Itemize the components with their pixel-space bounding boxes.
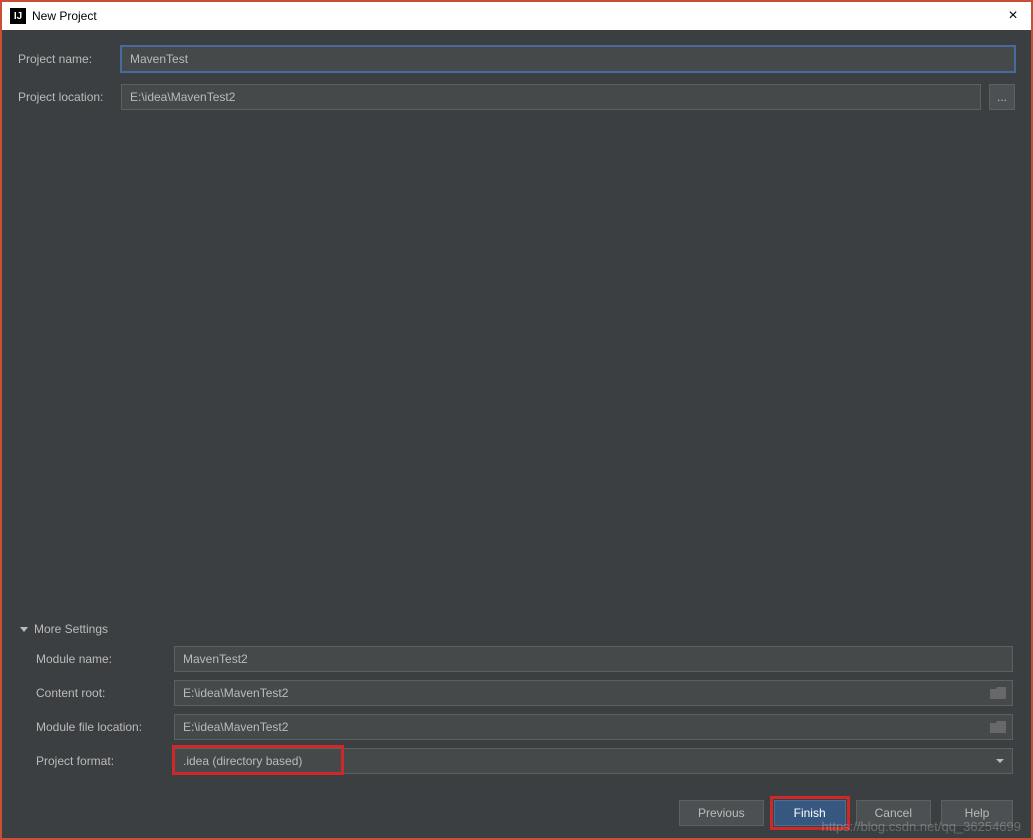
folder-icon	[990, 721, 1006, 733]
help-button[interactable]: Help	[941, 800, 1013, 826]
project-name-label: Project name:	[18, 52, 113, 66]
close-icon[interactable]: ×	[1003, 7, 1023, 25]
button-bar: Previous Finish Cancel Help	[679, 800, 1013, 826]
project-name-input[interactable]	[121, 46, 1015, 72]
more-settings-toggle[interactable]: More Settings	[20, 622, 1013, 636]
project-format-row: Project format: .idea (directory based)	[36, 748, 1013, 774]
project-location-row: Project location: ...	[18, 84, 1015, 110]
module-file-location-label: Module file location:	[36, 720, 166, 734]
project-location-label: Project location:	[18, 90, 113, 104]
app-icon: IJ	[10, 8, 26, 24]
more-settings-section: More Settings Module name: Content root:…	[20, 622, 1013, 782]
project-format-value: .idea (directory based)	[183, 754, 302, 768]
window-title: New Project	[32, 9, 97, 23]
chevron-down-icon	[996, 759, 1004, 763]
project-name-row: Project name:	[18, 46, 1015, 72]
collapse-icon	[20, 627, 28, 632]
cancel-button[interactable]: Cancel	[856, 800, 931, 826]
content-area: Project name: Project location: ...	[2, 30, 1031, 138]
content-root-label: Content root:	[36, 686, 166, 700]
titlebar-left: IJ New Project	[10, 8, 97, 24]
content-root-value: E:\idea\MavenTest2	[183, 686, 288, 700]
module-file-location-value: E:\idea\MavenTest2	[183, 720, 288, 734]
titlebar: IJ New Project ×	[2, 2, 1031, 30]
module-file-location-input[interactable]: E:\idea\MavenTest2	[174, 714, 1013, 740]
project-format-label: Project format:	[36, 754, 166, 768]
module-name-input[interactable]	[174, 646, 1013, 672]
module-name-label: Module name:	[36, 652, 166, 666]
previous-button[interactable]: Previous	[679, 800, 764, 826]
more-settings-body: Module name: Content root: E:\idea\Maven…	[20, 646, 1013, 774]
module-name-row: Module name:	[36, 646, 1013, 672]
browse-button[interactable]: ...	[989, 84, 1015, 110]
finish-button[interactable]: Finish	[774, 800, 846, 826]
project-format-dropdown[interactable]: .idea (directory based)	[174, 748, 1013, 774]
content-root-row: Content root: E:\idea\MavenTest2	[36, 680, 1013, 706]
content-root-input[interactable]: E:\idea\MavenTest2	[174, 680, 1013, 706]
project-location-input[interactable]	[121, 84, 981, 110]
folder-icon	[990, 687, 1006, 699]
module-file-location-row: Module file location: E:\idea\MavenTest2	[36, 714, 1013, 740]
more-settings-label: More Settings	[34, 622, 108, 636]
